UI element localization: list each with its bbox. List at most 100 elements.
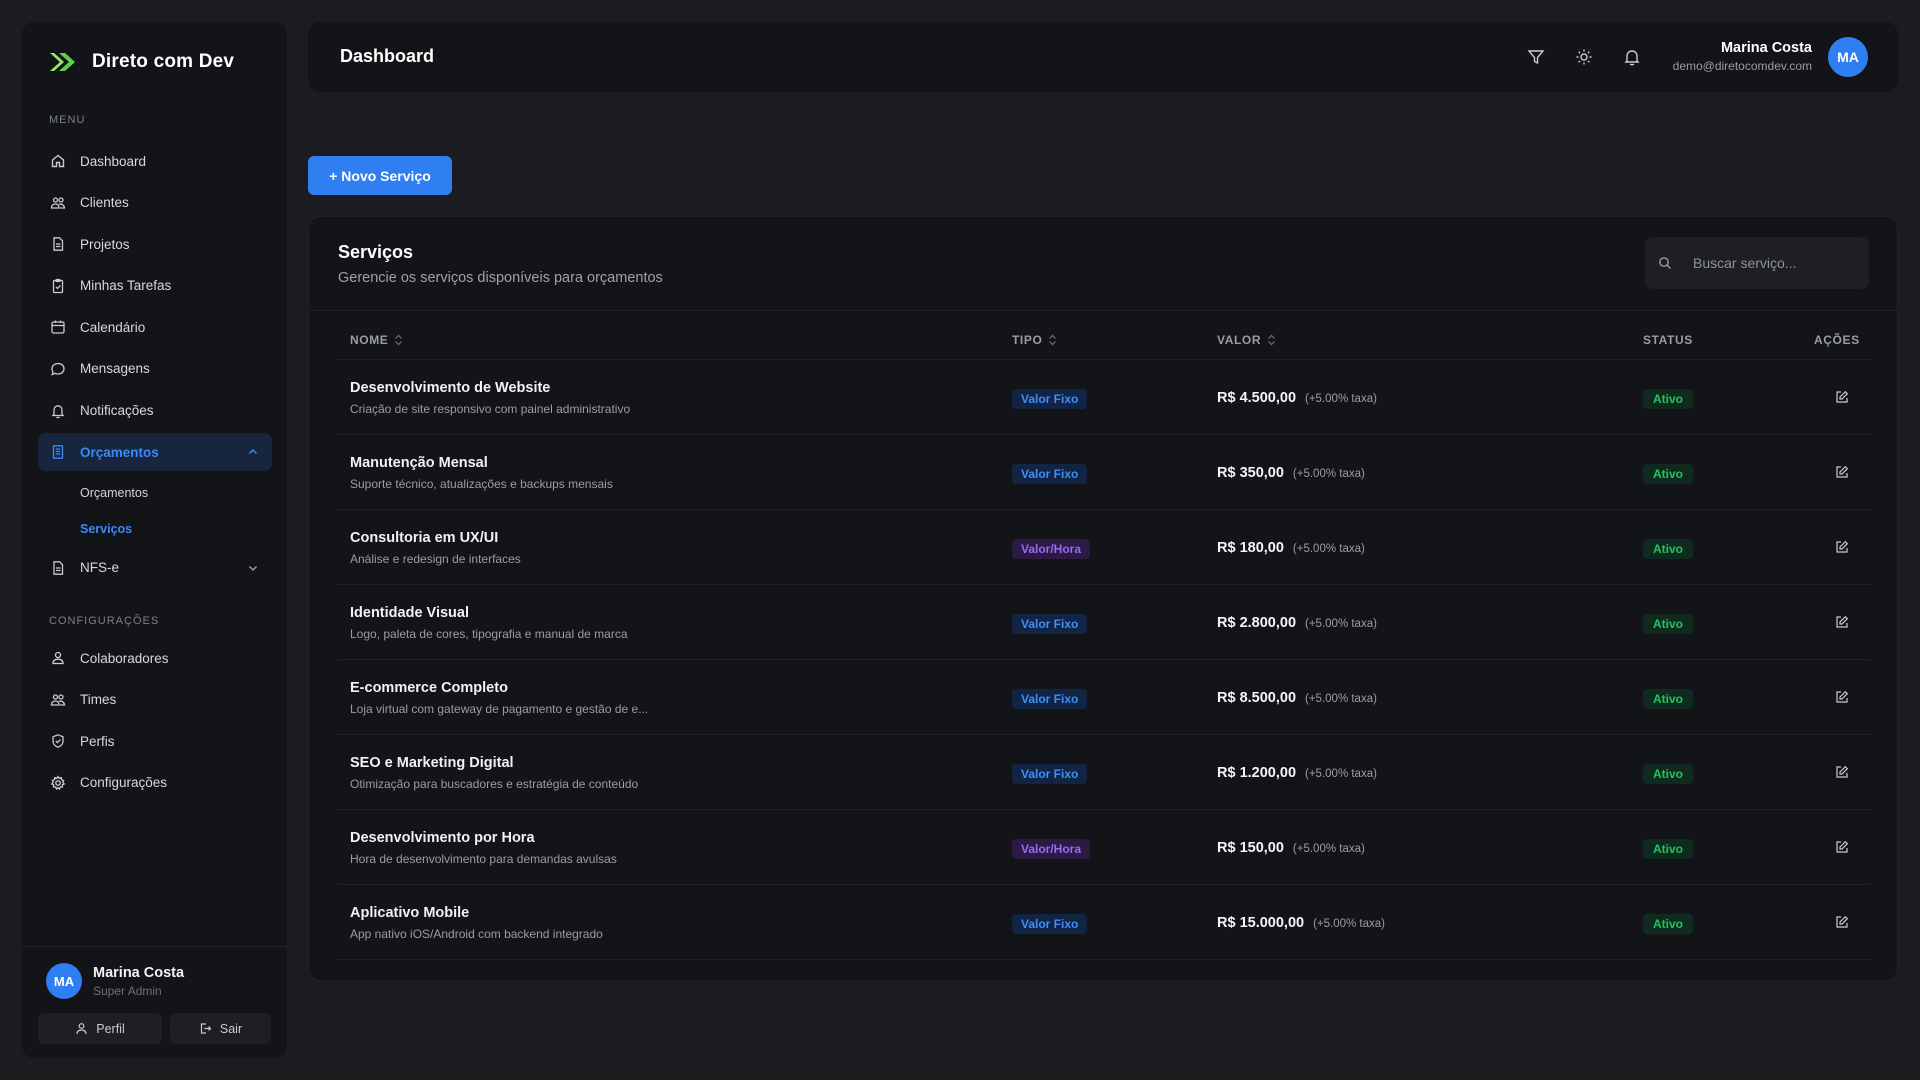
sort-icon bbox=[1268, 334, 1276, 346]
service-description: Suporte técnico, atualizações e backups … bbox=[350, 477, 613, 491]
service-value: R$ 150,00 (+5.00% taxa) bbox=[1217, 840, 1365, 856]
table-row[interactable]: Desenvolvimento por Hora Hora de desenvo… bbox=[338, 810, 1870, 885]
value-amount: R$ 150,00 bbox=[1217, 840, 1284, 856]
column-header-tipo[interactable]: TIPO bbox=[1012, 333, 1057, 347]
type-badge: Valor Fixo bbox=[1012, 614, 1088, 634]
document-icon bbox=[50, 444, 66, 460]
clipboard-icon bbox=[50, 278, 66, 294]
type-badge: Valor Fixo bbox=[1012, 764, 1088, 784]
column-header-nome[interactable]: NOME bbox=[350, 333, 403, 347]
column-header-status: STATUS bbox=[1643, 333, 1693, 347]
sidebar-item-clientes[interactable]: Clientes bbox=[38, 184, 272, 222]
filter-icon[interactable] bbox=[1526, 47, 1546, 67]
sort-icon bbox=[395, 334, 403, 346]
service-description: Análise e redesign de interfaces bbox=[350, 552, 521, 566]
page-title: Dashboard bbox=[340, 46, 435, 66]
edit-icon[interactable] bbox=[1835, 615, 1851, 631]
user-role: Super Admin bbox=[93, 983, 162, 998]
edit-icon[interactable] bbox=[1835, 465, 1851, 481]
profile-button-label: Perfil bbox=[96, 1021, 125, 1036]
profile-button[interactable]: Perfil bbox=[38, 1013, 162, 1044]
status-badge: Ativo bbox=[1643, 539, 1693, 559]
sidebar-item-colaboradores[interactable]: Colaboradores bbox=[38, 639, 272, 677]
services-card: Serviços Gerencie os serviços disponívei… bbox=[308, 216, 1898, 981]
users-icon bbox=[50, 195, 66, 211]
table-row[interactable]: Consultoria em UX/UI Análise e redesign … bbox=[338, 510, 1870, 585]
divider bbox=[309, 310, 1897, 311]
sun-icon[interactable] bbox=[1574, 47, 1594, 67]
service-description: Hora de desenvolvimento para demandas av… bbox=[350, 852, 617, 866]
logo-icon bbox=[50, 53, 75, 71]
sidebar-item-label: Clientes bbox=[80, 195, 129, 211]
edit-icon[interactable] bbox=[1835, 540, 1851, 556]
column-header-valor[interactable]: VALOR bbox=[1217, 333, 1276, 347]
bell-icon[interactable] bbox=[1622, 47, 1642, 67]
sidebar-item-nfse[interactable]: NFS-e bbox=[38, 549, 272, 587]
service-description: App nativo iOS/Android com backend integ… bbox=[350, 927, 603, 941]
service-description: Logo, paleta de cores, tipografia e manu… bbox=[350, 627, 628, 641]
value-tax: (+5.00% taxa) bbox=[1292, 843, 1365, 855]
sidebar-subitem-orcamentos[interactable]: Orçamentos bbox=[38, 475, 272, 511]
edit-icon[interactable] bbox=[1835, 390, 1851, 406]
status-badge: Ativo bbox=[1643, 689, 1693, 709]
service-name: Consultoria em UX/UI bbox=[350, 530, 499, 546]
header-user[interactable]: Marina Costa demo@diretocomdev.com bbox=[1673, 40, 1812, 73]
brand[interactable]: Direto com Dev bbox=[48, 46, 234, 78]
sidebar-item-times[interactable]: Times bbox=[38, 681, 272, 719]
table-row[interactable]: Manutenção Mensal Suporte técnico, atual… bbox=[338, 435, 1870, 510]
value-amount: R$ 15.000,00 bbox=[1217, 915, 1305, 931]
table-row[interactable]: SEO e Marketing Digital Otimização para … bbox=[338, 735, 1870, 810]
sidebar-item-perfis[interactable]: Perfis bbox=[38, 722, 272, 760]
status-badge: Ativo bbox=[1643, 614, 1693, 634]
type-badge: Valor Fixo bbox=[1012, 689, 1088, 709]
sidebar-subitem-servicos[interactable]: Serviços bbox=[38, 511, 272, 547]
edit-icon[interactable] bbox=[1835, 915, 1851, 931]
sidebar-item-minhas-tarefas[interactable]: Minhas Tarefas bbox=[38, 267, 272, 305]
sidebar-item-dashboard[interactable]: Dashboard bbox=[38, 142, 272, 180]
sidebar-item-projetos[interactable]: Projetos bbox=[38, 225, 272, 263]
search-input[interactable] bbox=[1693, 237, 1863, 289]
value-amount: R$ 350,00 bbox=[1217, 465, 1284, 481]
new-service-button[interactable]: + Novo Serviço bbox=[308, 156, 452, 195]
column-header-acoes: AÇÕES bbox=[1814, 333, 1860, 347]
logout-button[interactable]: Sair bbox=[170, 1013, 271, 1044]
value-amount: R$ 4.500,00 bbox=[1217, 390, 1297, 406]
service-name: Desenvolvimento de Website bbox=[350, 380, 551, 396]
chevron-up-icon bbox=[248, 449, 258, 455]
sidebar-item-label: Calendário bbox=[80, 319, 146, 335]
edit-icon[interactable] bbox=[1835, 690, 1851, 706]
table-row[interactable]: E-commerce Completo Loja virtual com gat… bbox=[338, 660, 1870, 735]
config-nav: Colaboradores Times Perfis Configurações bbox=[38, 639, 272, 805]
user-icon bbox=[76, 1023, 87, 1035]
sidebar-item-configuracoes[interactable]: Configurações bbox=[38, 764, 272, 802]
sidebar-item-label: Perfis bbox=[80, 733, 115, 749]
service-name: E-commerce Completo bbox=[350, 680, 508, 696]
service-name: Aplicativo Mobile bbox=[350, 905, 470, 921]
avatar[interactable]: MA bbox=[1828, 37, 1868, 77]
value-amount: R$ 180,00 bbox=[1217, 540, 1284, 556]
service-value: R$ 8.500,00 (+5.00% taxa) bbox=[1217, 690, 1377, 706]
sidebar-item-mensagens[interactable]: Mensagens bbox=[38, 350, 272, 388]
edit-icon[interactable] bbox=[1835, 840, 1851, 856]
file-icon bbox=[50, 236, 66, 252]
column-label: STATUS bbox=[1643, 333, 1693, 347]
value-tax: (+5.00% taxa) bbox=[1305, 693, 1377, 705]
table-row[interactable]: Desenvolvimento de Website Criação de si… bbox=[338, 360, 1870, 435]
header-user-email: demo@diretocomdev.com bbox=[1672, 59, 1812, 73]
column-label: VALOR bbox=[1217, 333, 1262, 347]
service-value: R$ 1.200,00 (+5.00% taxa) bbox=[1217, 765, 1377, 781]
type-badge: Valor Fixo bbox=[1012, 914, 1088, 934]
card-subtitle: Gerencie os serviços disponíveis para or… bbox=[338, 270, 663, 286]
sidebar-item-orcamentos[interactable]: Orçamentos bbox=[38, 433, 272, 472]
sidebar-item-notificacoes[interactable]: Notificações bbox=[38, 392, 272, 430]
edit-icon[interactable] bbox=[1835, 765, 1851, 781]
table-row[interactable]: Identidade Visual Logo, paleta de cores,… bbox=[338, 585, 1870, 660]
service-name: Identidade Visual bbox=[350, 605, 469, 621]
sidebar-item-calendario[interactable]: Calendário bbox=[38, 308, 272, 346]
table-row[interactable]: Aplicativo Mobile App nativo iOS/Android… bbox=[338, 885, 1870, 960]
shield-icon bbox=[50, 733, 66, 749]
value-tax: (+5.00% taxa) bbox=[1305, 393, 1377, 405]
value-amount: R$ 2.800,00 bbox=[1217, 615, 1297, 631]
home-icon bbox=[50, 153, 66, 169]
avatar: MA bbox=[46, 963, 82, 999]
